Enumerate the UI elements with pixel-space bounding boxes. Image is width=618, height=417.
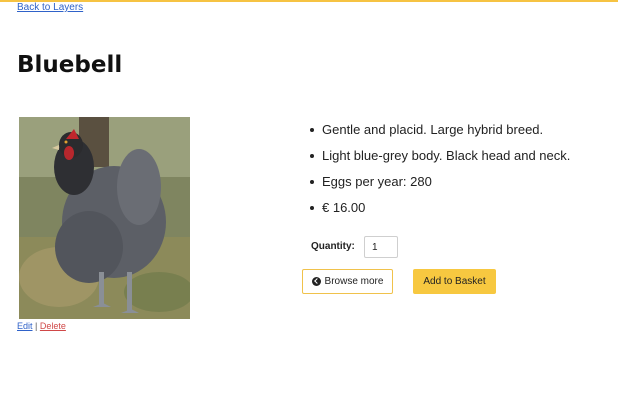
chevron-left-circle-icon: [311, 277, 321, 286]
feature-item: Eggs per year: 280: [304, 172, 570, 198]
feature-list: Gentle and placid. Large hybrid breed. L…: [304, 120, 570, 224]
back-to-layers-link[interactable]: Back to Layers: [17, 2, 83, 13]
feature-item: Gentle and placid. Large hybrid breed.: [304, 120, 570, 146]
top-accent-line: [0, 0, 618, 2]
quantity-input[interactable]: [364, 236, 398, 258]
bullet-icon: [310, 180, 314, 184]
browse-more-label: Browse more: [324, 276, 384, 287]
hen-photo-illustration: [19, 117, 190, 319]
bullet-icon: [310, 154, 314, 158]
edit-link[interactable]: Edit: [17, 321, 33, 331]
bullet-icon: [310, 128, 314, 132]
feature-text: Light blue-grey body. Black head and nec…: [322, 148, 571, 163]
bullet-icon: [310, 206, 314, 210]
quantity-label: Quantity:: [311, 241, 355, 252]
image-actions: Edit | Delete: [17, 321, 66, 331]
feature-text: Eggs per year: 280: [322, 174, 432, 189]
page-title: Bluebell: [17, 52, 123, 78]
feature-item: € 16.00: [304, 198, 570, 224]
delete-link[interactable]: Delete: [40, 321, 66, 331]
browse-more-button[interactable]: Browse more: [302, 269, 393, 294]
feature-text: Gentle and placid. Large hybrid breed.: [322, 122, 544, 137]
product-image: [19, 117, 190, 319]
price-text: € 16.00: [322, 200, 366, 215]
add-to-basket-button[interactable]: Add to Basket: [413, 269, 496, 294]
feature-item: Light blue-grey body. Black head and nec…: [304, 146, 570, 172]
action-separator: |: [35, 321, 38, 331]
